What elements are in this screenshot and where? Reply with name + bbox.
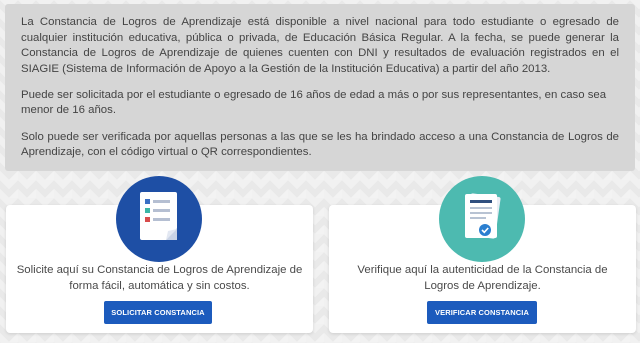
certificate-check-icon (465, 193, 501, 239)
info-paragraph-availability: La Constancia de Logros de Aprendizaje e… (21, 16, 619, 75)
verify-card-text: Verifique aquí la autenticidad de la Con… (357, 264, 608, 292)
info-paragraph-verification: Solo puede ser verificada por aquellas p… (21, 130, 619, 159)
request-certificate-button[interactable]: SOLICITAR CONSTANCIA (104, 301, 212, 324)
info-panel: La Constancia de Logros de Aprendizaje e… (5, 4, 635, 171)
info-paragraph-who-requests: Puede ser solicitada por el estudiante o… (21, 88, 607, 117)
verify-icon-badge (439, 176, 525, 262)
request-icon-badge (116, 176, 202, 262)
request-card-text: Solicite aquí su Constancia de Logros de… (16, 264, 303, 292)
document-list-icon (140, 192, 177, 240)
verify-certificate-button[interactable]: VERIFICAR CONSTANCIA (427, 301, 537, 324)
